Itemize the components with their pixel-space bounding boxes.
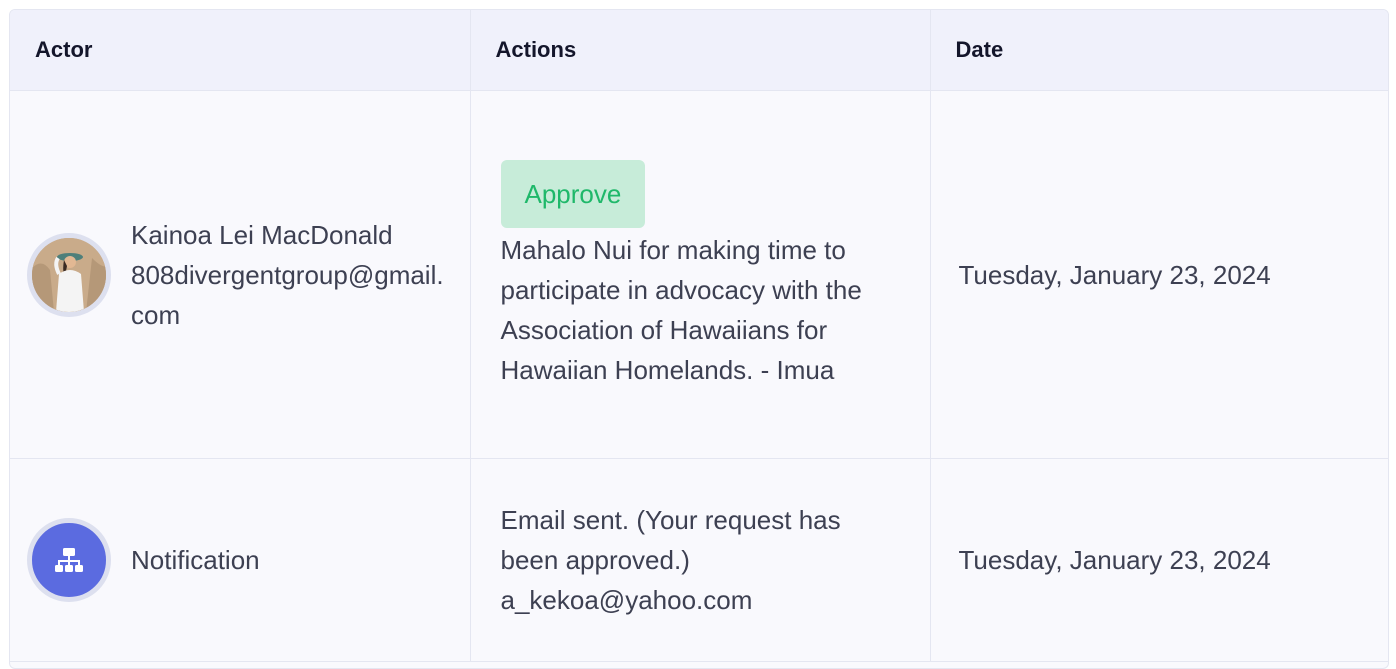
- column-header-actor: Actor: [10, 10, 471, 91]
- date-cell: Tuesday, January 23, 2024: [930, 458, 1388, 662]
- actor-name: Kainoa Lei MacDonald: [131, 219, 393, 250]
- table-row: Kainoa Lei MacDonald 808divergentgroup@g…: [10, 90, 1388, 459]
- action-message: Email sent. (Your request has been appro…: [500, 505, 841, 615]
- actions-cell: Approve Mahalo Nui for making time to pa…: [470, 90, 931, 459]
- actions-cell: Email sent. (Your request has been appro…: [470, 458, 931, 662]
- column-header-date: Date: [930, 10, 1388, 91]
- activity-table: Actor Actions Date Kainoa Lei MacDonald …: [10, 10, 1388, 662]
- actor-name: Notification: [131, 545, 260, 575]
- column-header-actions: Actions: [470, 10, 931, 91]
- action-message: Mahalo Nui for making time to participat…: [500, 234, 862, 385]
- actor-cell: Notification: [10, 458, 471, 662]
- user-photo-avatar: [27, 232, 111, 317]
- actor-cell: Kainoa Lei MacDonald 808divergentgroup@g…: [10, 90, 471, 459]
- table-header-row: Actor Actions Date: [10, 10, 1388, 91]
- workflow-icon: [55, 548, 83, 572]
- date-cell: Tuesday, January 23, 2024: [930, 90, 1388, 459]
- person-silhouette-icon: [32, 237, 106, 312]
- notification-avatar: [27, 518, 111, 602]
- table-row: Notification Email sent. (Your request h…: [10, 458, 1388, 662]
- actor-email[interactable]: 808divergentgroup@gmail.com: [131, 255, 445, 335]
- approve-status-badge: Approve: [500, 159, 646, 228]
- activity-table-container: Actor Actions Date Kainoa Lei MacDonald …: [9, 9, 1389, 669]
